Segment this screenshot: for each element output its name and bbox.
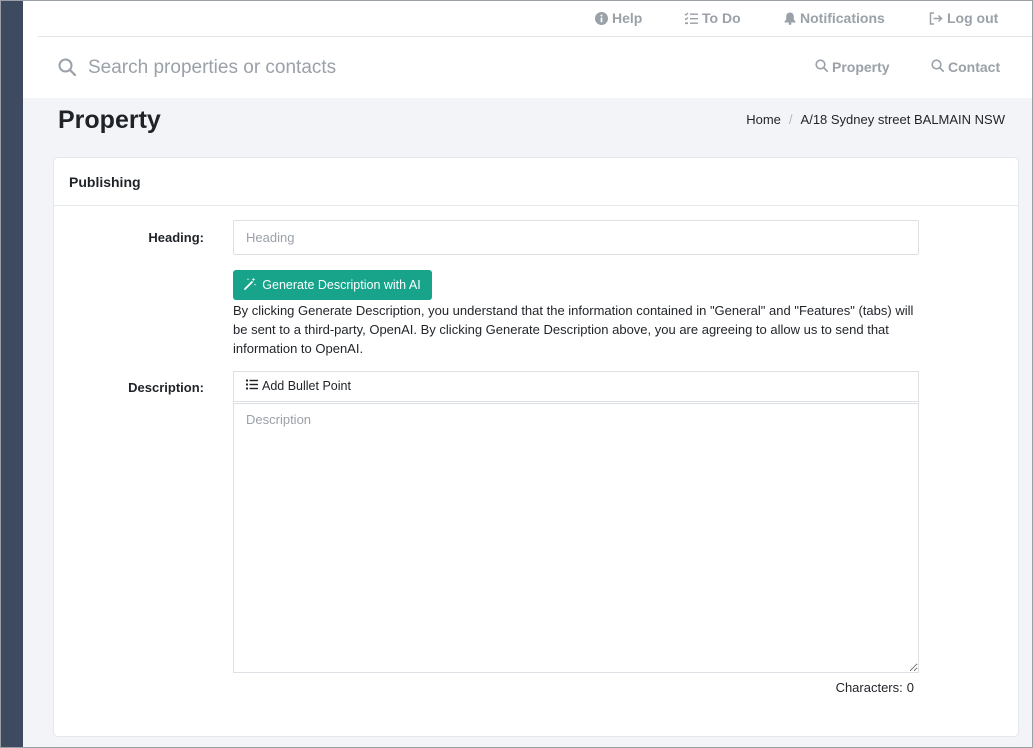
breadcrumb-separator: / (788, 112, 793, 127)
magic-wand-icon (244, 277, 257, 293)
notifications-link[interactable]: Notifications (784, 9, 885, 27)
logout-icon (929, 11, 943, 25)
property-nav-label: Property (832, 59, 890, 75)
add-bullet-point-label: Add Bullet Point (262, 379, 351, 393)
search-icon (815, 59, 829, 75)
generate-description-label: Generate Description with AI (262, 278, 421, 292)
search-icon (931, 59, 945, 75)
search-icon (58, 58, 77, 81)
characters-label: Characters: (835, 680, 903, 695)
help-link[interactable]: Help (595, 9, 642, 27)
help-label: Help (612, 10, 643, 26)
description-textarea[interactable] (233, 403, 919, 673)
publishing-card: Publishing Heading: Generate Description… (53, 157, 1019, 737)
heading-input[interactable] (233, 220, 919, 255)
property-nav-link[interactable]: Property (815, 58, 890, 76)
heading-label: Heading: (148, 230, 204, 245)
card-header: Publishing (54, 158, 1018, 206)
add-bullet-point-button[interactable]: Add Bullet Point (246, 379, 351, 393)
generate-description-button[interactable]: Generate Description with AI (233, 270, 432, 300)
search-input[interactable] (88, 53, 708, 83)
checklist-icon (684, 12, 698, 25)
breadcrumb-current: A/18 Sydney street BALMAIN NSW (800, 112, 1005, 127)
breadcrumb-home-link[interactable]: Home (746, 112, 781, 127)
openai-disclaimer: By clicking Generate Description, you un… (233, 303, 914, 356)
description-toolbar: Add Bullet Point (233, 371, 919, 402)
info-circle-icon (595, 11, 608, 25)
todo-link[interactable]: To Do (684, 9, 741, 27)
card-title: Publishing (69, 174, 141, 190)
search-bar: Property Contact (38, 37, 1033, 98)
list-icon (246, 379, 258, 393)
top-bar: Help To Do Notifications Log out (38, 0, 1033, 37)
logout-label: Log out (947, 10, 999, 26)
breadcrumb: Home / A/18 Sydney street BALMAIN NSW (746, 112, 1005, 127)
logout-link[interactable]: Log out (929, 9, 998, 27)
main-area: Help To Do Notifications Log out Search … (23, 0, 1033, 748)
character-count: Characters: 0 (836, 680, 914, 695)
page-header: Property Home / A/18 Sydney street BALMA… (23, 98, 1033, 148)
contact-nav-label: Contact (948, 59, 1001, 75)
characters-value: 0 (906, 680, 914, 695)
left-sidebar-rail (0, 0, 23, 748)
bell-icon (784, 12, 796, 25)
contact-nav-link[interactable]: Contact (931, 58, 1000, 76)
notifications-label: Notifications (800, 10, 885, 26)
todo-label: To Do (702, 10, 741, 26)
page-title: Property (58, 106, 161, 134)
description-label: Description: (128, 380, 204, 395)
